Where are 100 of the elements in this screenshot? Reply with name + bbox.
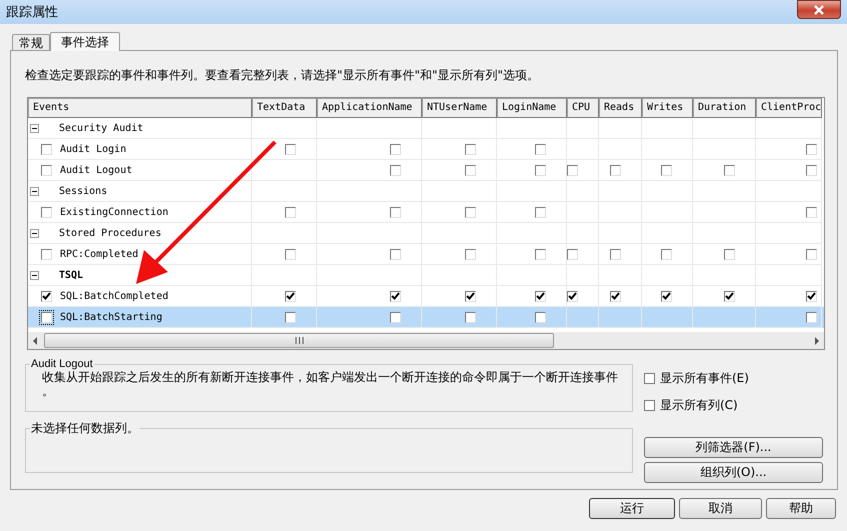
column-header[interactable]: LoginName	[497, 98, 567, 118]
column-header[interactable]: TextData	[252, 98, 317, 118]
checkbox[interactable]	[465, 312, 476, 322]
checkbox[interactable]	[644, 400, 655, 411]
checkbox[interactable]	[285, 290, 296, 302]
checkbox[interactable]	[390, 206, 401, 218]
tab[interactable]: 常规	[12, 34, 50, 50]
event-label: RPC:Completed	[60, 248, 138, 260]
checkbox[interactable]	[644, 373, 655, 384]
checkbox[interactable]	[465, 290, 476, 302]
checkbox-label[interactable]: 显示所有事件(E)	[660, 370, 749, 387]
collapse-icon[interactable]	[30, 228, 39, 238]
column-header[interactable]: CPU	[567, 98, 599, 118]
checkbox[interactable]	[390, 290, 401, 302]
table-row[interactable]: Stored Procedures	[28, 223, 824, 244]
checkbox[interactable]	[465, 206, 476, 218]
collapse-icon[interactable]	[30, 124, 39, 132]
category-label: Security Audit	[59, 122, 144, 134]
tab[interactable]: 事件选择	[50, 32, 120, 51]
checkbox-label[interactable]: 显示所有列(C)	[660, 397, 738, 414]
checkbox[interactable]	[806, 248, 817, 260]
column-header[interactable]: Reads	[599, 98, 642, 118]
checkbox[interactable]	[390, 248, 401, 260]
category-label: TSQL	[59, 270, 84, 280]
checkbox[interactable]	[806, 312, 817, 322]
checkbox[interactable]	[724, 164, 735, 176]
checkbox[interactable]	[285, 312, 296, 322]
checkbox[interactable]	[41, 164, 52, 176]
table-row[interactable]: SQL:BatchStarting	[28, 307, 824, 328]
checkbox[interactable]	[41, 248, 52, 260]
table-row[interactable]: Audit Logout	[28, 160, 824, 181]
scrollbar-thumb[interactable]	[44, 333, 554, 348]
column-header[interactable]: Writes	[642, 98, 693, 118]
dialog-button[interactable]: 帮助	[766, 498, 836, 519]
column-header[interactable]: NTUserName	[422, 98, 497, 118]
close-icon	[813, 4, 825, 14]
checkbox[interactable]	[41, 312, 52, 322]
column-header[interactable]: ApplicationName	[317, 98, 422, 118]
collapse-icon[interactable]	[30, 270, 39, 280]
checkbox[interactable]	[465, 248, 476, 260]
checkbox[interactable]	[285, 206, 296, 218]
instruction-text: 检查选定要跟踪的事件和事件列。要查看完整列表，请选择"显示所有事件"和"显示所有列"选项。	[25, 67, 540, 83]
checkbox[interactable]	[41, 290, 52, 302]
checkbox[interactable]	[535, 248, 546, 260]
checkbox[interactable]	[390, 312, 401, 322]
checkbox[interactable]	[285, 248, 296, 260]
checkbox[interactable]	[41, 144, 52, 154]
checkbox[interactable]	[567, 164, 578, 176]
column-header[interactable]: ClientProc	[756, 98, 822, 118]
description-text: 收集从开始跟踪之后发生的所有新断开连接事件，如客户端发出一个断开连接的命令即属于一个断开连接事件。	[42, 370, 619, 398]
event-label: SQL:BatchStarting	[60, 312, 162, 322]
checkbox[interactable]	[465, 144, 476, 154]
collapse-icon[interactable]	[30, 186, 39, 196]
table-row[interactable]: RPC:Completed	[28, 244, 824, 265]
dialog-button[interactable]: 列筛选器(F)...	[644, 437, 823, 458]
column-header[interactable]: Duration	[693, 98, 756, 118]
category-label: Stored Procedures	[59, 228, 162, 238]
checkbox[interactable]	[661, 164, 672, 176]
window-title: 跟踪属性	[6, 4, 58, 21]
table-row[interactable]: ExistingConnection	[28, 202, 824, 223]
checkbox[interactable]	[724, 248, 735, 260]
event-label: Audit Logout	[60, 164, 132, 176]
group-title: 未选择任何数据列。	[30, 420, 140, 437]
checkbox[interactable]	[610, 290, 621, 302]
checkbox[interactable]	[535, 206, 546, 218]
checkbox[interactable]	[285, 144, 296, 154]
checkbox[interactable]	[806, 290, 817, 302]
horizontal-scrollbar[interactable]	[28, 332, 824, 349]
category-label: Sessions	[59, 186, 108, 196]
checkbox[interactable]	[567, 290, 578, 302]
scroll-left-icon[interactable]	[32, 336, 38, 344]
checkbox[interactable]	[661, 248, 672, 260]
table-row[interactable]: Sessions	[28, 181, 824, 202]
checkbox[interactable]	[41, 206, 52, 218]
checkbox[interactable]	[567, 248, 578, 260]
dialog-button[interactable]: 组织列(O)...	[644, 462, 823, 483]
scroll-right-icon[interactable]	[814, 336, 820, 344]
checkbox[interactable]	[465, 164, 476, 176]
checkbox[interactable]	[724, 290, 735, 302]
checkbox[interactable]	[535, 290, 546, 302]
close-button[interactable]	[797, 0, 841, 19]
checkbox[interactable]	[390, 144, 401, 154]
table-row[interactable]: Audit Login	[28, 139, 824, 160]
checkbox[interactable]	[535, 164, 546, 176]
checkbox[interactable]	[610, 164, 621, 176]
checkbox[interactable]	[535, 312, 546, 322]
dialog-button[interactable]: 取消	[679, 498, 762, 519]
checkbox[interactable]	[535, 144, 546, 154]
checkbox[interactable]	[661, 290, 672, 302]
dialog-button[interactable]: 运行	[589, 498, 675, 519]
checkbox[interactable]	[390, 164, 401, 176]
event-label: ExistingConnection	[60, 206, 168, 218]
checkbox[interactable]	[806, 144, 817, 154]
table-row[interactable]: Security Audit	[28, 118, 824, 139]
checkbox[interactable]	[806, 206, 817, 218]
column-header[interactable]: Events	[28, 98, 252, 118]
checkbox[interactable]	[806, 164, 817, 176]
event-label: Audit Login	[60, 144, 126, 154]
checkbox[interactable]	[610, 248, 621, 260]
event-label: SQL:BatchCompleted	[60, 290, 168, 302]
